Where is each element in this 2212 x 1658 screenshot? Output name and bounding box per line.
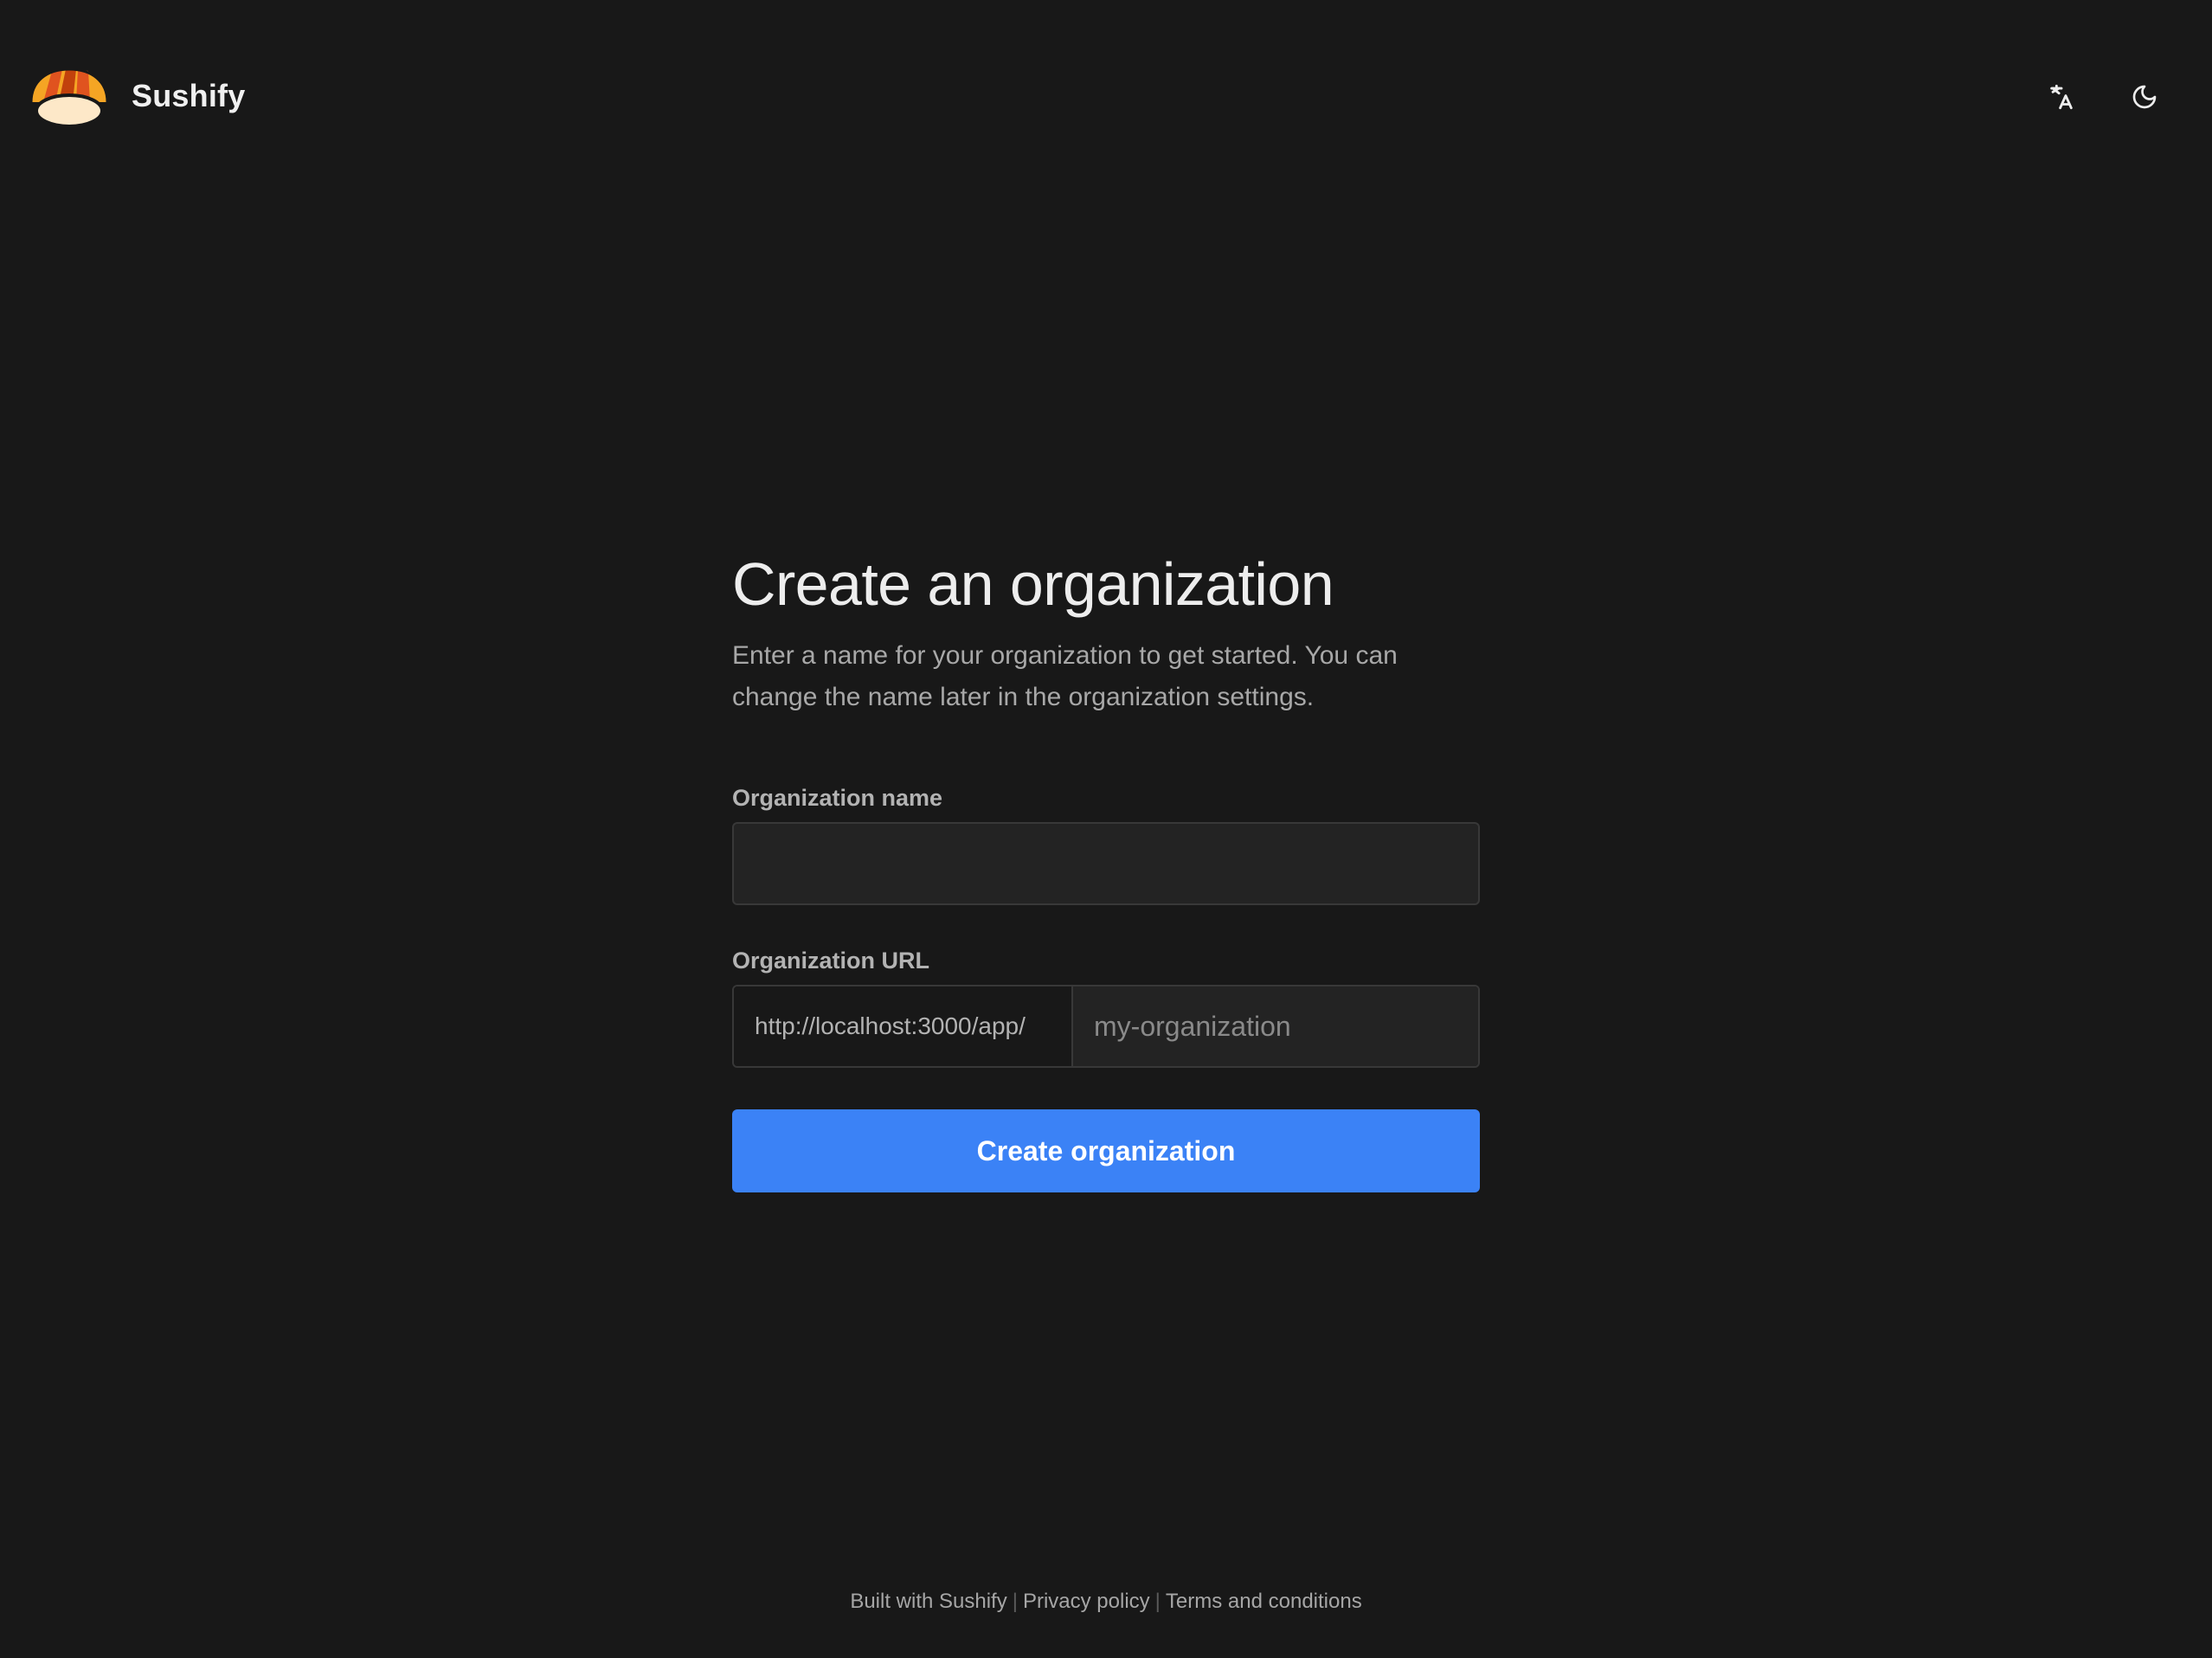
organization-name-label: Organization name bbox=[732, 785, 943, 811]
moon-icon bbox=[2132, 85, 2157, 109]
footer: Built with Sushify | Privacy policy | Terms … bbox=[0, 1587, 2212, 1616]
page-subtitle: Enter a name for your organization to ge… bbox=[732, 641, 1398, 711]
page-title: Create an organization bbox=[732, 550, 1334, 618]
footer-separator: | bbox=[1012, 1590, 1018, 1613]
organization-url-group: http://localhost:3000/app/ bbox=[732, 985, 1480, 1068]
built-with-link[interactable]: Built with Sushify bbox=[850, 1590, 1006, 1613]
language-button[interactable] bbox=[2030, 71, 2093, 123]
footer-separator: | bbox=[1154, 1590, 1161, 1613]
brand-link[interactable]: Sushify bbox=[26, 62, 245, 130]
sushi-logo-icon bbox=[29, 67, 109, 128]
terms-link[interactable]: Terms and conditions bbox=[1166, 1590, 1362, 1613]
theme-toggle-button[interactable] bbox=[2113, 71, 2176, 123]
organization-slug-input[interactable] bbox=[1073, 986, 1478, 1066]
organization-url-label: Organization URL bbox=[732, 948, 929, 974]
top-navigation-bar: Sushify bbox=[0, 0, 2212, 194]
create-organization-button[interactable]: Create organization bbox=[732, 1109, 1480, 1192]
organization-name-input[interactable] bbox=[732, 822, 1480, 905]
create-organization-form: Create an organization Enter a name for … bbox=[732, 545, 1480, 1192]
app-name: Sushify bbox=[132, 78, 246, 113]
url-prefix: http://localhost:3000/app/ bbox=[734, 986, 1073, 1066]
translate-icon bbox=[2050, 84, 2073, 110]
header-actions bbox=[2030, 71, 2176, 123]
privacy-policy-link[interactable]: Privacy policy bbox=[1023, 1590, 1150, 1613]
